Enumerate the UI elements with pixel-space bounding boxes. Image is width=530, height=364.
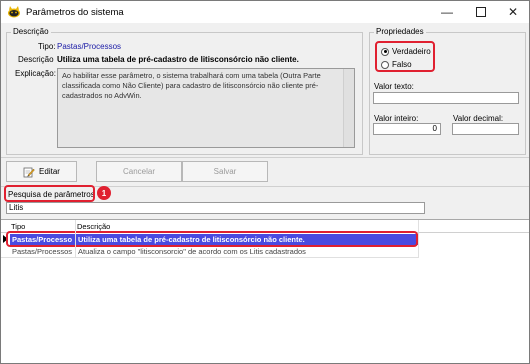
- descricao-label: Descrição: [18, 55, 54, 64]
- column-header-descricao[interactable]: Descrição: [77, 222, 110, 231]
- editar-button[interactable]: Editar: [6, 161, 77, 182]
- valor-decimal-input[interactable]: [452, 123, 519, 135]
- cat-logo-icon: [8, 6, 20, 18]
- title-bar: Parâmetros do sistema — ✕: [1, 1, 529, 23]
- column-header-tipo[interactable]: Tipo: [11, 222, 25, 231]
- column-divider: [75, 220, 76, 258]
- explicacao-scrollbar[interactable]: [343, 69, 354, 147]
- annotation-step-badge: 1: [97, 186, 111, 200]
- pesquisa-input[interactable]: Litis: [6, 202, 425, 214]
- explicacao-text: Ao habilitar esse parâmetro, o sistema t…: [62, 71, 321, 100]
- annotation-search-highlight: [4, 185, 95, 202]
- dialog-window: Parâmetros do sistema — ✕ Descrição Tipo…: [0, 0, 530, 364]
- descricao-value: Utiliza uma tabela de pré-cadastro de li…: [57, 55, 299, 64]
- annotation-radio-highlight: [375, 41, 435, 72]
- tipo-value: Pastas/Processos: [57, 42, 122, 51]
- close-button[interactable]: ✕: [497, 1, 529, 23]
- row-tipo-cell: Pastas/Processos: [12, 247, 73, 256]
- window-title: Parâmetros do sistema: [26, 7, 124, 18]
- salvar-button[interactable]: Salvar: [182, 161, 268, 182]
- action-toolbar: Editar Cancelar Salvar: [1, 157, 529, 187]
- minimize-button[interactable]: —: [431, 1, 463, 23]
- column-divider: [418, 220, 419, 258]
- propriedades-group-label: Propriedades: [374, 27, 426, 36]
- maximize-button[interactable]: [465, 1, 497, 23]
- valor-texto-input[interactable]: [373, 92, 519, 104]
- annotation-row-highlight: [6, 231, 418, 247]
- valor-texto-label: Valor texto:: [374, 82, 414, 91]
- explicacao-textarea[interactable]: Ao habilitar esse parâmetro, o sistema t…: [57, 68, 355, 148]
- row-descricao-cell: Atualiza o campo "litisconsorcio" de aco…: [78, 247, 306, 256]
- valor-inteiro-input[interactable]: 0: [373, 123, 441, 135]
- valor-decimal-label: Valor decimal:: [453, 114, 504, 123]
- minimize-icon: —: [441, 5, 453, 19]
- close-icon: ✕: [507, 5, 519, 19]
- descricao-group-label: Descrição: [11, 27, 51, 36]
- explicacao-label: Explicação:: [15, 69, 56, 78]
- valor-inteiro-label: Valor inteiro:: [374, 114, 419, 123]
- parametros-grid: Tipo Descrição Pastas/Processo Utiliza u…: [1, 219, 529, 363]
- cancelar-label: Cancelar: [122, 167, 155, 176]
- editar-label: Editar: [39, 167, 60, 176]
- salvar-label: Salvar: [213, 167, 237, 176]
- tipo-label: Tipo:: [38, 42, 56, 51]
- maximize-icon: [476, 7, 486, 17]
- pencil-paper-icon: [23, 167, 35, 177]
- cancelar-button[interactable]: Cancelar: [96, 161, 182, 182]
- table-row[interactable]: Pastas/Processos Atualiza o campo "litis…: [1, 246, 419, 258]
